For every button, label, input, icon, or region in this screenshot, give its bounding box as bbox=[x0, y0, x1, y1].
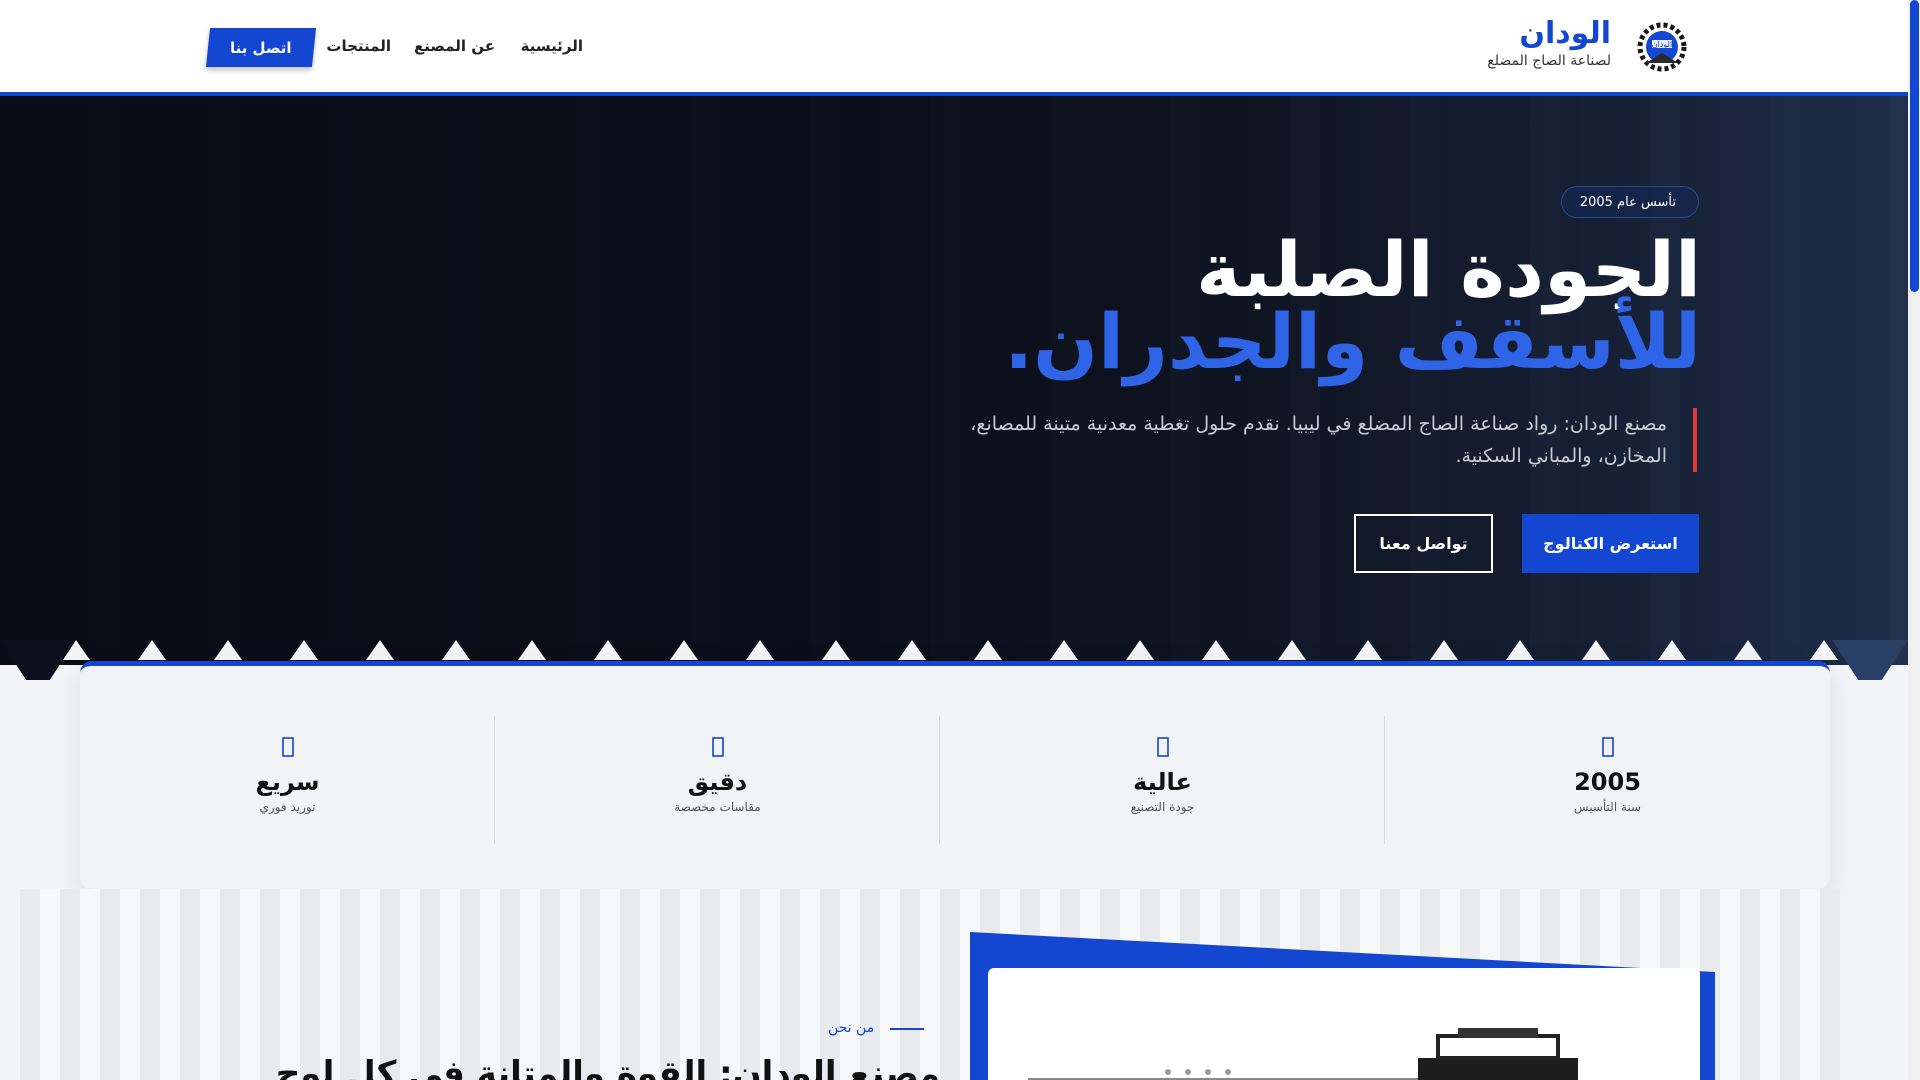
zigzag-tooth bbox=[1430, 640, 1458, 660]
nav-products[interactable]: المنتجات bbox=[326, 37, 391, 55]
contact-button[interactable]: تواصل معنا bbox=[1354, 514, 1493, 573]
contact-us-label: اتصل بنا bbox=[230, 38, 292, 57]
logo-icon[interactable]: الودان bbox=[1632, 18, 1692, 74]
zigzag-tooth bbox=[1354, 640, 1382, 660]
hero-description: مصنع الودان: رواد صناعة الصاج المضلع في … bbox=[937, 408, 1697, 472]
founded-badge-text: تأسس عام 2005 bbox=[1579, 194, 1676, 210]
stat-delivery: سريع توريد فوري bbox=[80, 716, 495, 844]
zigzag-tooth bbox=[1582, 640, 1610, 660]
zigzag-tooth bbox=[974, 640, 1002, 660]
scrollbar-thumb[interactable] bbox=[1910, 0, 1919, 292]
zigzag-tooth bbox=[746, 640, 774, 660]
zigzag-tooth bbox=[1202, 640, 1230, 660]
about-kicker: من نحن bbox=[828, 1020, 875, 1036]
zigzag-tooth bbox=[1506, 640, 1534, 660]
stat-founded: 2005 سنة التأسيس bbox=[1385, 716, 1830, 844]
zigzag-tooth bbox=[670, 640, 698, 660]
hero-section: تأسس عام 2005 الجودة الصلبة للأسقف والجد… bbox=[0, 96, 1908, 665]
stat-value: دقيق bbox=[687, 768, 748, 796]
founded-badge: تأسس عام 2005 bbox=[1560, 186, 1699, 218]
zigzag-tooth bbox=[366, 640, 394, 660]
stat-label: توريد فوري bbox=[259, 800, 316, 814]
stats-panel: 2005 سنة التأسيس عالية جودة التصنيع دقيق… bbox=[80, 661, 1830, 889]
zigzag-tooth bbox=[442, 640, 470, 660]
machine-illustration bbox=[1028, 1028, 1578, 1080]
zigzag-tooth bbox=[214, 640, 242, 660]
factory-image bbox=[988, 968, 1700, 1080]
zigzag-tooth bbox=[898, 640, 926, 660]
brand-tagline: لصناعة الصاج المضلع bbox=[1487, 53, 1611, 69]
site-header: الودان الودان لصناعة الصاج المضلع الرئيس… bbox=[0, 0, 1908, 96]
contact-us-button[interactable]: اتصل بنا bbox=[205, 28, 317, 67]
stat-value: سريع bbox=[255, 768, 320, 796]
stat-label: مقاسات مخصصة bbox=[674, 800, 761, 814]
zigzag-tooth bbox=[138, 640, 166, 660]
zigzag-tooth bbox=[1278, 640, 1306, 660]
stat-precision: دقيق مقاسات مخصصة bbox=[495, 716, 940, 844]
calendar-icon bbox=[1601, 737, 1614, 757]
stat-label: سنة التأسيس bbox=[1573, 800, 1642, 814]
zigzag-tooth bbox=[1658, 640, 1686, 660]
ruler-icon bbox=[711, 737, 724, 757]
zigzag-tooth bbox=[1050, 640, 1078, 660]
zigzag-tooth bbox=[1126, 640, 1154, 660]
zigzag-tooth bbox=[594, 640, 622, 660]
zigzag-tooth bbox=[518, 640, 546, 660]
hero-title-line2: للأسقف والجدران. bbox=[1004, 297, 1701, 386]
zigzag-tooth bbox=[290, 640, 318, 660]
stat-value: عالية bbox=[1133, 768, 1192, 796]
stat-label: جودة التصنيع bbox=[1130, 800, 1195, 814]
stat-quality: عالية جودة التصنيع bbox=[940, 716, 1385, 844]
zigzag-tooth bbox=[1810, 640, 1838, 660]
logo-text: الودان bbox=[1652, 40, 1672, 49]
brand-name[interactable]: الودان bbox=[1519, 16, 1611, 51]
stat-value: 2005 bbox=[1574, 768, 1641, 796]
zigzag-tooth bbox=[1734, 640, 1762, 660]
truck-icon bbox=[281, 737, 294, 757]
nav-about[interactable]: عن المصنع bbox=[414, 37, 495, 55]
nav-home[interactable]: الرئيسية bbox=[521, 37, 583, 55]
award-icon bbox=[1156, 737, 1169, 757]
zigzag-tooth bbox=[822, 640, 850, 660]
about-title: مصنع الودان: القوة والمتانة في كل لوح bbox=[275, 1054, 940, 1080]
view-catalog-button[interactable]: استعرض الكتالوج bbox=[1522, 514, 1699, 573]
kicker-line bbox=[890, 1028, 924, 1030]
about-section: من نحن مصنع الودان: القوة والمتانة في كل… bbox=[20, 889, 1840, 1080]
